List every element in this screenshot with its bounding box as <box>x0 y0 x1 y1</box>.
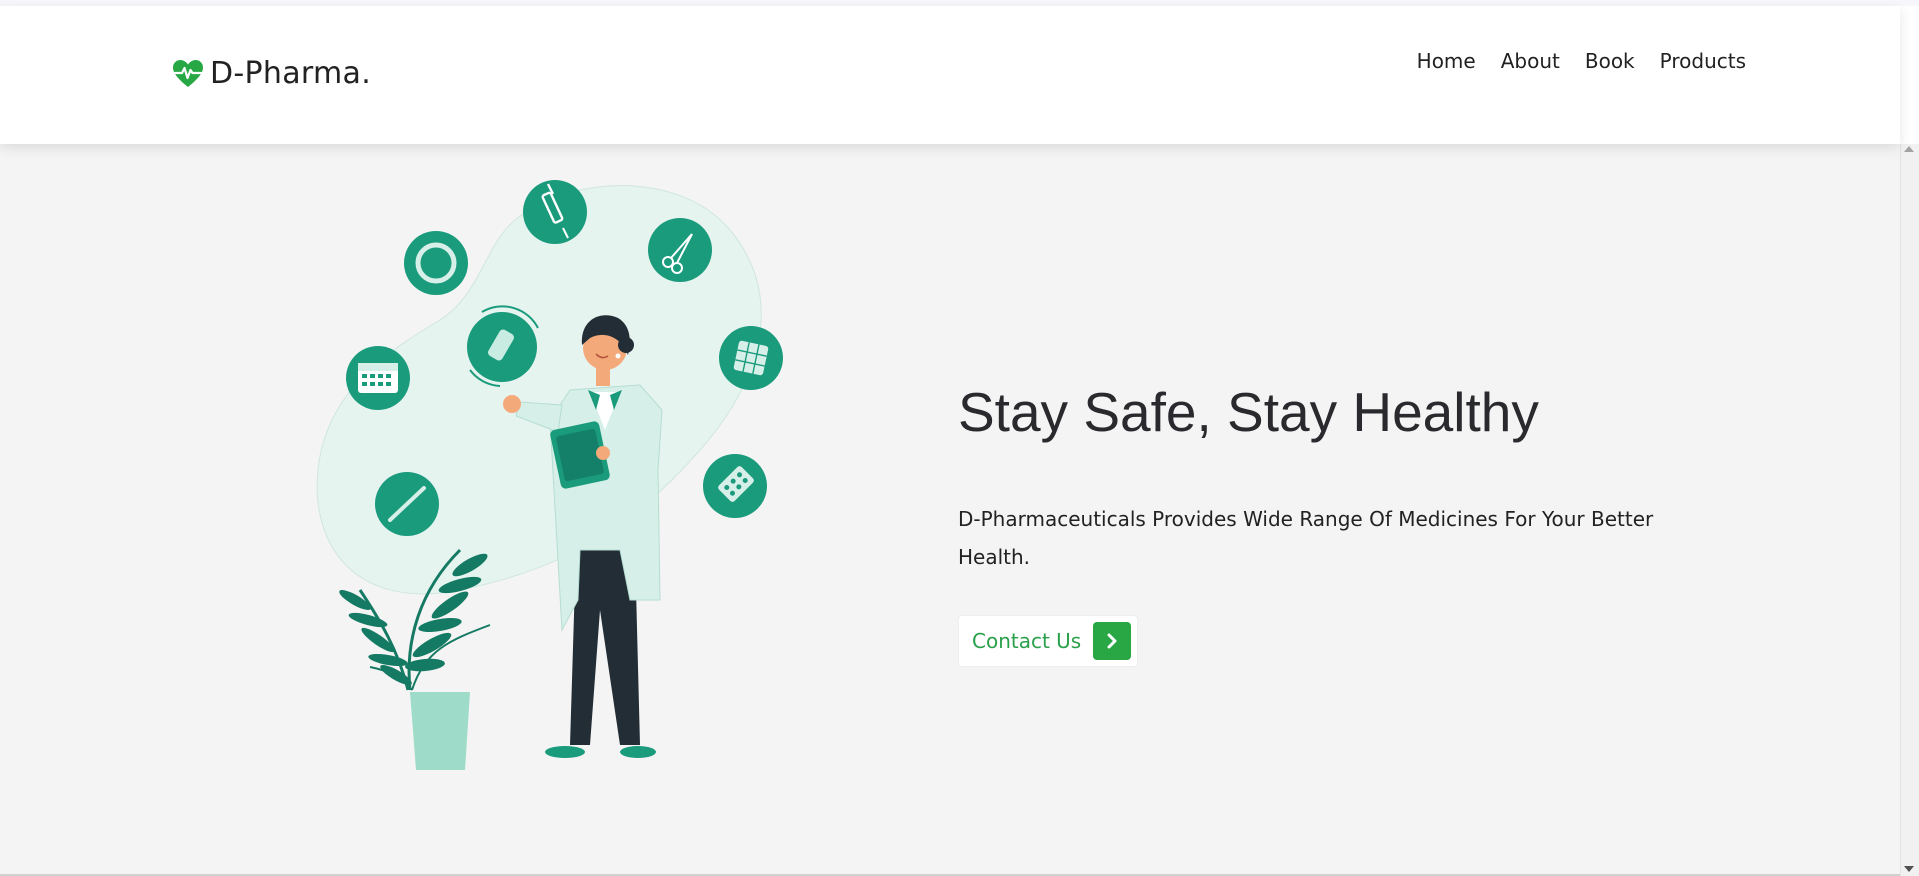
nav-home[interactable]: Home <box>1417 49 1476 73</box>
navbar: D-Pharma. Home About Book Products <box>0 6 1900 144</box>
contact-us-button[interactable]: Contact Us <box>958 615 1139 667</box>
scissors-icon <box>648 218 712 282</box>
nav-products[interactable]: Products <box>1660 49 1746 73</box>
hero-title: Stay Safe, Stay Healthy <box>958 381 1539 443</box>
doctor-illustration <box>316 180 783 770</box>
chevron-right-icon <box>1093 622 1132 660</box>
tablet-icon <box>719 326 783 390</box>
capsule-ring-icon <box>404 231 468 295</box>
brand-logo[interactable]: D-Pharma. <box>172 56 371 91</box>
calendar-icon <box>346 346 410 410</box>
page-scrollbar[interactable] <box>1900 144 1919 876</box>
scroll-down-arrow-icon[interactable] <box>1904 866 1914 872</box>
brand-name: D-Pharma. <box>210 56 372 91</box>
hero-description: D-Pharmaceuticals Provides Wide Range Of… <box>958 507 1654 569</box>
thermometer-icon <box>375 472 439 536</box>
heart-pulse-icon <box>173 59 203 87</box>
contact-us-label: Contact Us <box>972 629 1082 653</box>
pill-pack-icon <box>703 454 767 518</box>
main-nav: Home About Book Products <box>1417 49 1746 73</box>
nav-about[interactable]: About <box>1501 49 1560 73</box>
nav-book[interactable]: Book <box>1585 49 1635 73</box>
scroll-up-arrow-icon[interactable] <box>1904 146 1914 152</box>
syringe-icon <box>523 180 587 244</box>
